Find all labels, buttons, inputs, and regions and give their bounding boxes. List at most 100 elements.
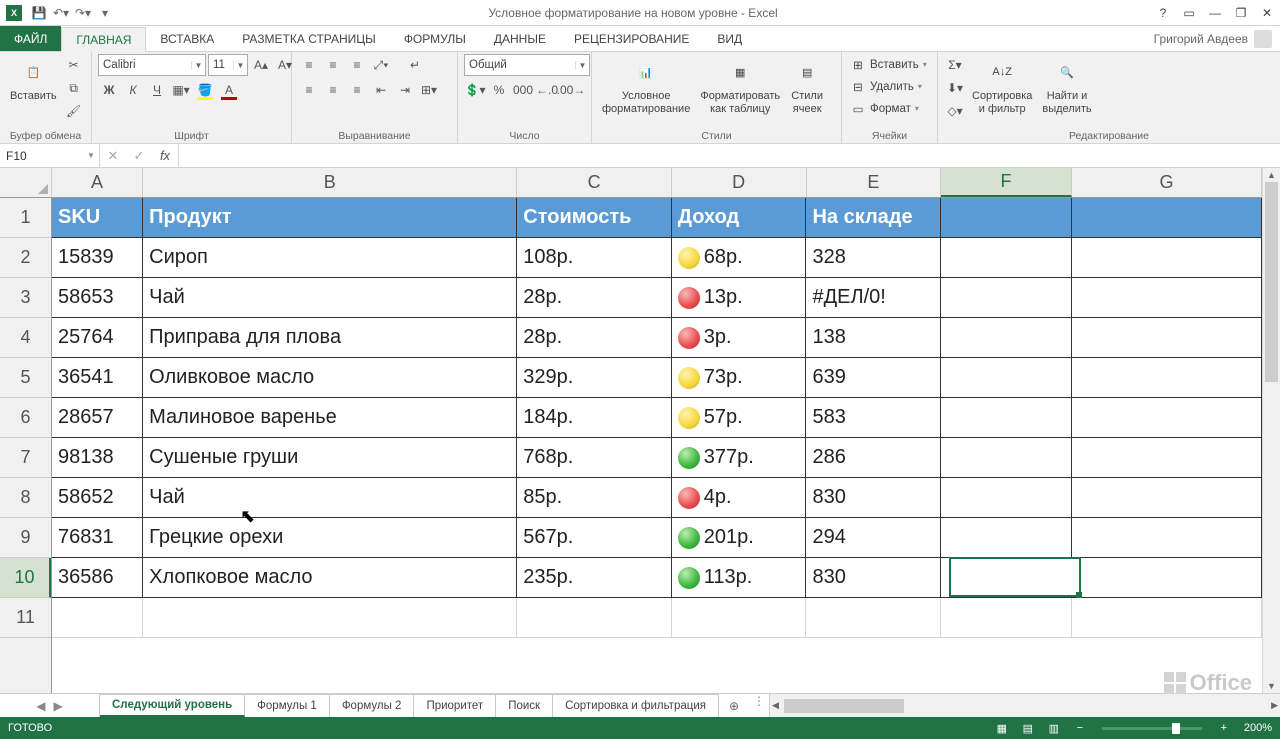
- minimize-icon[interactable]: —: [1202, 2, 1228, 24]
- zoom-slider[interactable]: [1102, 727, 1202, 730]
- tab-insert[interactable]: ВСТАВКА: [146, 26, 228, 51]
- cell[interactable]: 583: [806, 398, 941, 438]
- cell[interactable]: Доход: [672, 198, 807, 238]
- next-sheet-icon[interactable]: ▶: [54, 699, 63, 713]
- tab-layout[interactable]: РАЗМЕТКА СТРАНИЦЫ: [228, 26, 390, 51]
- cell[interactable]: 98138: [52, 438, 143, 478]
- delete-cells-button[interactable]: ⊟Удалить▾: [848, 76, 924, 97]
- merge-icon[interactable]: ⊞▾: [418, 79, 440, 101]
- row-header[interactable]: 7: [0, 438, 51, 478]
- cell[interactable]: [672, 598, 807, 638]
- cell[interactable]: 13р.: [672, 278, 807, 318]
- cell[interactable]: [941, 238, 1072, 278]
- row-header[interactable]: 1: [0, 198, 51, 238]
- cell[interactable]: Сушеные груши: [143, 438, 517, 478]
- cell[interactable]: Малиновое варенье: [143, 398, 517, 438]
- cell[interactable]: Приправа для плова: [143, 318, 517, 358]
- row-header[interactable]: 2: [0, 238, 51, 278]
- cell[interactable]: 57р.: [672, 398, 807, 438]
- tab-review[interactable]: РЕЦЕНЗИРОВАНИЕ: [560, 26, 703, 51]
- vertical-scrollbar[interactable]: ▲ ▼: [1262, 168, 1280, 693]
- formula-input[interactable]: [179, 144, 1280, 167]
- cell[interactable]: 294: [806, 518, 941, 558]
- column-header[interactable]: A: [52, 168, 143, 197]
- format-cells-button[interactable]: ▭Формат▾: [848, 98, 921, 119]
- percent-icon[interactable]: %: [488, 79, 510, 101]
- tab-formulas[interactable]: ФОРМУЛЫ: [390, 26, 480, 51]
- format-as-table-button[interactable]: ▦Форматировать как таблицу: [696, 54, 784, 117]
- cell[interactable]: [941, 518, 1072, 558]
- sort-filter-button[interactable]: A↓ZСортировка и фильтр: [968, 54, 1036, 117]
- column-header[interactable]: D: [672, 168, 807, 197]
- cell[interactable]: 113р.: [672, 558, 807, 598]
- cell[interactable]: 25764: [52, 318, 143, 358]
- cell[interactable]: [941, 398, 1072, 438]
- row-header[interactable]: 8: [0, 478, 51, 518]
- italic-button[interactable]: К: [122, 79, 144, 101]
- wrap-text-icon[interactable]: ↵: [404, 54, 426, 76]
- cell[interactable]: Сироп: [143, 238, 517, 278]
- name-box[interactable]: F10▼: [0, 144, 100, 167]
- close-icon[interactable]: ✕: [1254, 2, 1280, 24]
- column-header[interactable]: C: [517, 168, 671, 197]
- cell[interactable]: Оливковое масло: [143, 358, 517, 398]
- scroll-thumb[interactable]: [1265, 182, 1278, 382]
- scroll-right-icon[interactable]: ▶: [1271, 700, 1278, 711]
- cell[interactable]: [941, 278, 1072, 318]
- cell[interactable]: 15839: [52, 238, 143, 278]
- increase-decimal-icon[interactable]: ←.0: [536, 79, 558, 101]
- cell[interactable]: 235р.: [517, 558, 671, 598]
- clear-icon[interactable]: ◇▾: [944, 100, 966, 122]
- row-header[interactable]: 5: [0, 358, 51, 398]
- horizontal-scrollbar[interactable]: ◀ ▶: [769, 694, 1280, 717]
- cell[interactable]: 329р.: [517, 358, 671, 398]
- cell[interactable]: 768р.: [517, 438, 671, 478]
- cell[interactable]: 639: [806, 358, 941, 398]
- page-break-view-icon[interactable]: ▥: [1042, 719, 1066, 737]
- decrease-decimal-icon[interactable]: .00→: [560, 79, 582, 101]
- cell[interactable]: Грецкие орехи: [143, 518, 517, 558]
- sheet-tab[interactable]: Следующий уровень: [100, 694, 245, 717]
- row-header[interactable]: 11: [0, 598, 51, 638]
- cell[interactable]: 567р.: [517, 518, 671, 558]
- cell[interactable]: [941, 318, 1072, 358]
- conditional-formatting-button[interactable]: 📊Условное форматирование: [598, 54, 694, 117]
- font-color-icon[interactable]: A: [218, 79, 240, 101]
- paste-button[interactable]: 📋 Вставить: [6, 54, 61, 105]
- cell[interactable]: [1072, 198, 1262, 238]
- number-format-combo[interactable]: Общий▼: [464, 54, 590, 76]
- cell[interactable]: [1072, 598, 1262, 638]
- user-account[interactable]: Григорий Авдеев: [1146, 26, 1280, 51]
- cell[interactable]: [941, 558, 1072, 598]
- sheet-tab[interactable]: Формулы 1: [245, 694, 330, 717]
- align-middle-icon[interactable]: ≡: [322, 54, 344, 76]
- cell[interactable]: 28р.: [517, 318, 671, 358]
- column-header[interactable]: B: [143, 168, 517, 197]
- cell[interactable]: 138: [806, 318, 941, 358]
- qat-customize-icon[interactable]: ▾: [94, 2, 116, 24]
- select-all-corner[interactable]: [0, 168, 52, 198]
- indent-decrease-icon[interactable]: ⇤: [370, 79, 392, 101]
- cell[interactable]: Продукт: [143, 198, 517, 238]
- row-header[interactable]: 6: [0, 398, 51, 438]
- scroll-thumb[interactable]: [784, 699, 904, 713]
- fill-color-icon[interactable]: 🪣: [194, 79, 216, 101]
- comma-icon[interactable]: 000: [512, 79, 534, 101]
- tab-data[interactable]: ДАННЫЕ: [480, 26, 560, 51]
- orientation-icon[interactable]: ⤢▾: [370, 54, 392, 76]
- cell[interactable]: SKU: [52, 198, 143, 238]
- tab-split-icon[interactable]: ⋮: [749, 694, 769, 717]
- cell-styles-button[interactable]: ▤Стили ячеек: [786, 54, 828, 117]
- cell[interactable]: [52, 598, 143, 638]
- qat-undo-icon[interactable]: ↶▾: [50, 2, 72, 24]
- cell[interactable]: 58653: [52, 278, 143, 318]
- align-bottom-icon[interactable]: ≡: [346, 54, 368, 76]
- cell[interactable]: Хлопковое масло: [143, 558, 517, 598]
- cell[interactable]: [1072, 518, 1262, 558]
- cell[interactable]: 830: [806, 558, 941, 598]
- cell[interactable]: [517, 598, 671, 638]
- cell[interactable]: 85р.: [517, 478, 671, 518]
- sheet-tab[interactable]: Формулы 2: [330, 694, 415, 717]
- page-layout-view-icon[interactable]: ▤: [1016, 719, 1040, 737]
- align-left-icon[interactable]: ≡: [298, 79, 320, 101]
